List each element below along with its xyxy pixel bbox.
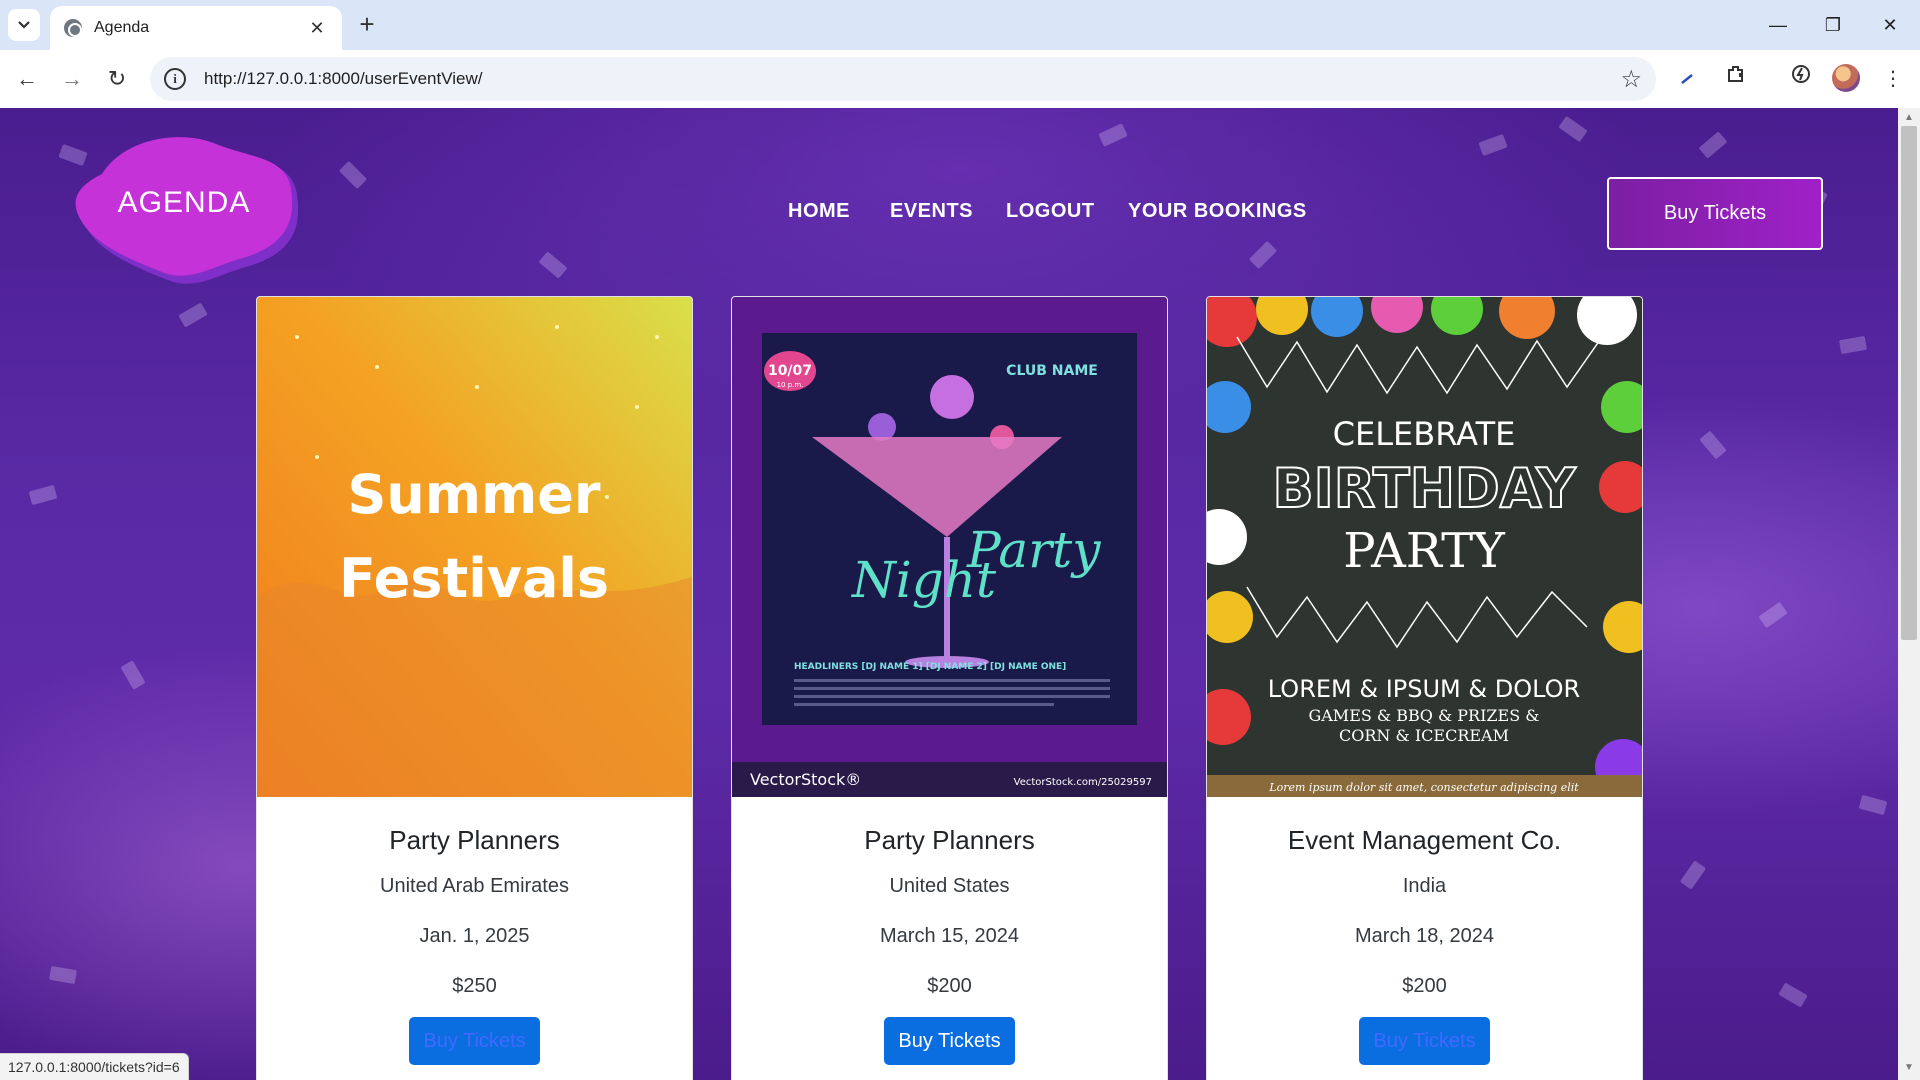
poster-title: Party [966, 521, 1101, 579]
browser-tab[interactable]: Agenda ✕ [50, 6, 342, 50]
buy-tickets-button[interactable]: Buy Tickets [884, 1017, 1015, 1065]
confetti-decoration [1698, 131, 1728, 159]
poster-line: PARTY [1343, 523, 1506, 579]
poster-line: Summer [347, 463, 600, 526]
pen-icon[interactable] [1670, 62, 1704, 96]
window-close-icon[interactable]: ✕ [1870, 8, 1910, 42]
poster-watermark: VectorStock.com/25029597 [1014, 777, 1152, 788]
scroll-down-icon[interactable]: ▼ [1903, 1062, 1915, 1074]
status-url: 127.0.0.1:8000/tickets?id=6 [0, 1053, 189, 1080]
nav-home[interactable]: HOME [788, 200, 850, 223]
poster-line: LOREM & IPSUM & DOLOR [1268, 675, 1580, 703]
event-date: Jan. 1, 2025 [419, 925, 530, 947]
confetti-decoration [1699, 430, 1727, 460]
back-icon[interactable]: ← [10, 62, 44, 96]
event-country: United Arab Emirates [380, 875, 569, 897]
poster-footer: Lorem ipsum dolor sit amet, consectetur … [1268, 781, 1579, 794]
star-icon[interactable]: ☆ [1620, 65, 1642, 94]
browser-toolbar: ← → ↻ i http://127.0.0.1:8000/userEventV… [0, 50, 1920, 108]
confetti-decoration [1558, 115, 1588, 143]
performance-icon[interactable] [1784, 62, 1818, 96]
avatar[interactable] [1832, 64, 1860, 92]
close-icon[interactable]: ✕ [306, 18, 328, 39]
confetti-decoration [1679, 860, 1707, 890]
buy-tickets-button[interactable]: Buy Tickets [1359, 1017, 1490, 1065]
minimize-icon[interactable]: — [1758, 8, 1798, 42]
event-poster-summer: Summer Festivals [257, 297, 692, 797]
confetti-decoration [48, 965, 78, 985]
event-country: United States [889, 875, 1010, 897]
confetti-decoration [28, 484, 58, 506]
poster-watermark: VectorStock® [750, 770, 861, 789]
reload-icon[interactable]: ↻ [100, 62, 134, 96]
url-text[interactable]: http://127.0.0.1:8000/userEventView/ [204, 69, 1620, 89]
address-bar[interactable]: i http://127.0.0.1:8000/userEventView/ ☆ [150, 57, 1656, 101]
poster-line: CORN & ICECREAM [1339, 726, 1509, 745]
poster-club: CLUB NAME [1006, 363, 1098, 379]
event-card: 10/07 10 p.m. CLUB NAME Night Party HEAD… [731, 296, 1168, 1080]
scroll-up-icon[interactable]: ▲ [1903, 112, 1915, 124]
event-date: March 15, 2024 [880, 925, 1019, 947]
event-price: $250 [452, 975, 497, 997]
event-date: March 18, 2024 [1355, 925, 1494, 947]
event-price: $200 [927, 975, 972, 997]
plus-icon[interactable]: + [352, 10, 382, 40]
event-price: $200 [1402, 975, 1447, 997]
confetti-decoration [1758, 601, 1788, 629]
favicon-icon [64, 19, 82, 37]
event-country: India [1402, 875, 1447, 897]
event-poster-birthday: CELEBRATE BIRTHDAY PARTY LOREM & IPSUM &… [1207, 297, 1642, 797]
confetti-decoration [1098, 123, 1128, 147]
extensions-icon[interactable] [1719, 62, 1753, 96]
scrollbar-thumb[interactable] [1901, 126, 1917, 640]
forward-icon[interactable]: → [55, 62, 89, 96]
poster-time: 10 p.m. [777, 381, 804, 389]
event-card: CELEBRATE BIRTHDAY PARTY LOREM & IPSUM &… [1206, 296, 1643, 1080]
tab-search-icon[interactable] [8, 9, 40, 41]
confetti-decoration [1478, 133, 1508, 157]
page-viewport: AGENDA HOME EVENTS LOGOUT YOUR BOOKINGS … [0, 108, 1898, 1080]
confetti-decoration [120, 660, 146, 690]
poster-line: Festivals [339, 547, 609, 610]
confetti-decoration [1778, 982, 1808, 1008]
header-buy-tickets-button[interactable]: Buy Tickets [1607, 177, 1823, 250]
browser-tab-bar: Agenda ✕ + — ❐ ✕ [0, 0, 1920, 50]
event-poster-night-party: 10/07 10 p.m. CLUB NAME Night Party HEAD… [732, 297, 1167, 797]
confetti-decoration [1838, 335, 1868, 355]
logo-text[interactable]: AGENDA [72, 186, 296, 220]
poster-line: BIRTHDAY [1273, 457, 1577, 520]
poster-date: 10/07 [768, 363, 812, 379]
confetti-decoration [1858, 794, 1888, 816]
confetti-decoration [338, 160, 368, 190]
restore-icon[interactable]: ❐ [1813, 8, 1853, 42]
event-organizer: Event Management Co. [1287, 825, 1562, 855]
menu-icon[interactable]: ⋮ [1876, 62, 1910, 96]
confetti-decoration [178, 302, 208, 328]
poster-line: CELEBRATE [1333, 415, 1516, 453]
nav-your-bookings[interactable]: YOUR BOOKINGS [1128, 200, 1307, 223]
info-icon[interactable]: i [164, 68, 186, 90]
confetti-decoration [1248, 240, 1278, 270]
event-card: Summer Festivals Party Planners United A… [256, 296, 693, 1080]
tab-title: Agenda [94, 19, 150, 36]
nav-logout[interactable]: LOGOUT [1006, 200, 1095, 223]
confetti-decoration [538, 251, 568, 279]
event-organizer: Party Planners [864, 825, 1035, 855]
nav-events[interactable]: EVENTS [890, 200, 973, 223]
poster-line: GAMES & BBQ & PRIZES & [1308, 706, 1539, 725]
buy-tickets-button[interactable]: Buy Tickets [409, 1017, 540, 1065]
event-organizer: Party Planners [389, 825, 560, 855]
poster-headliners: HEADLINERS [DJ NAME 1] [DJ NAME 2] [DJ N… [794, 662, 1066, 672]
